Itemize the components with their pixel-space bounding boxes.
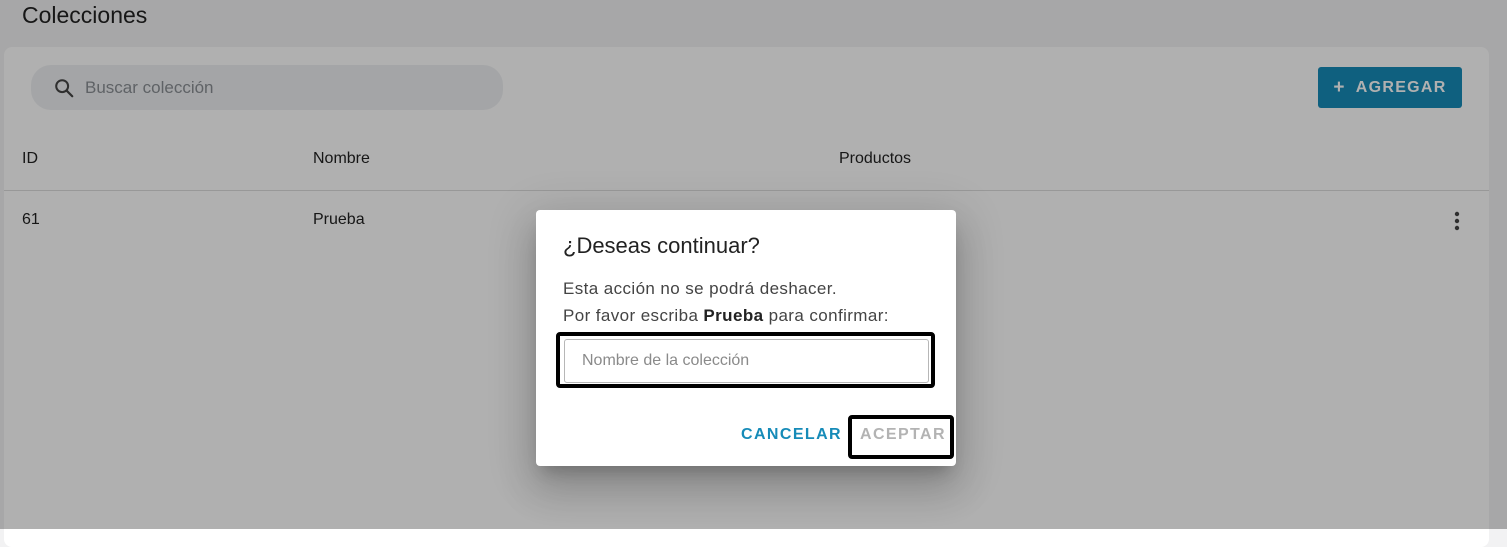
confirm-dialog: ¿Deseas continuar? Esta acción no se pod… [536,210,956,466]
accept-button[interactable]: ACEPTAR [860,426,946,444]
confirm-suffix: para confirmar: [768,306,889,325]
dialog-confirm-instruction: Por favor escriba Prueba para confirmar: [563,306,889,326]
dialog-message: Esta acción no se podrá deshacer. [563,279,838,298]
accept-button-highlight: ACEPTAR [848,415,954,459]
collection-name-input[interactable] [564,339,929,383]
dialog-title: ¿Deseas continuar? [563,233,760,258]
cancel-button[interactable]: CANCELAR [741,426,842,444]
confirm-word: Prueba [703,306,764,325]
confirm-prefix: Por favor escriba [563,306,699,325]
confirm-input-highlight [556,332,935,388]
